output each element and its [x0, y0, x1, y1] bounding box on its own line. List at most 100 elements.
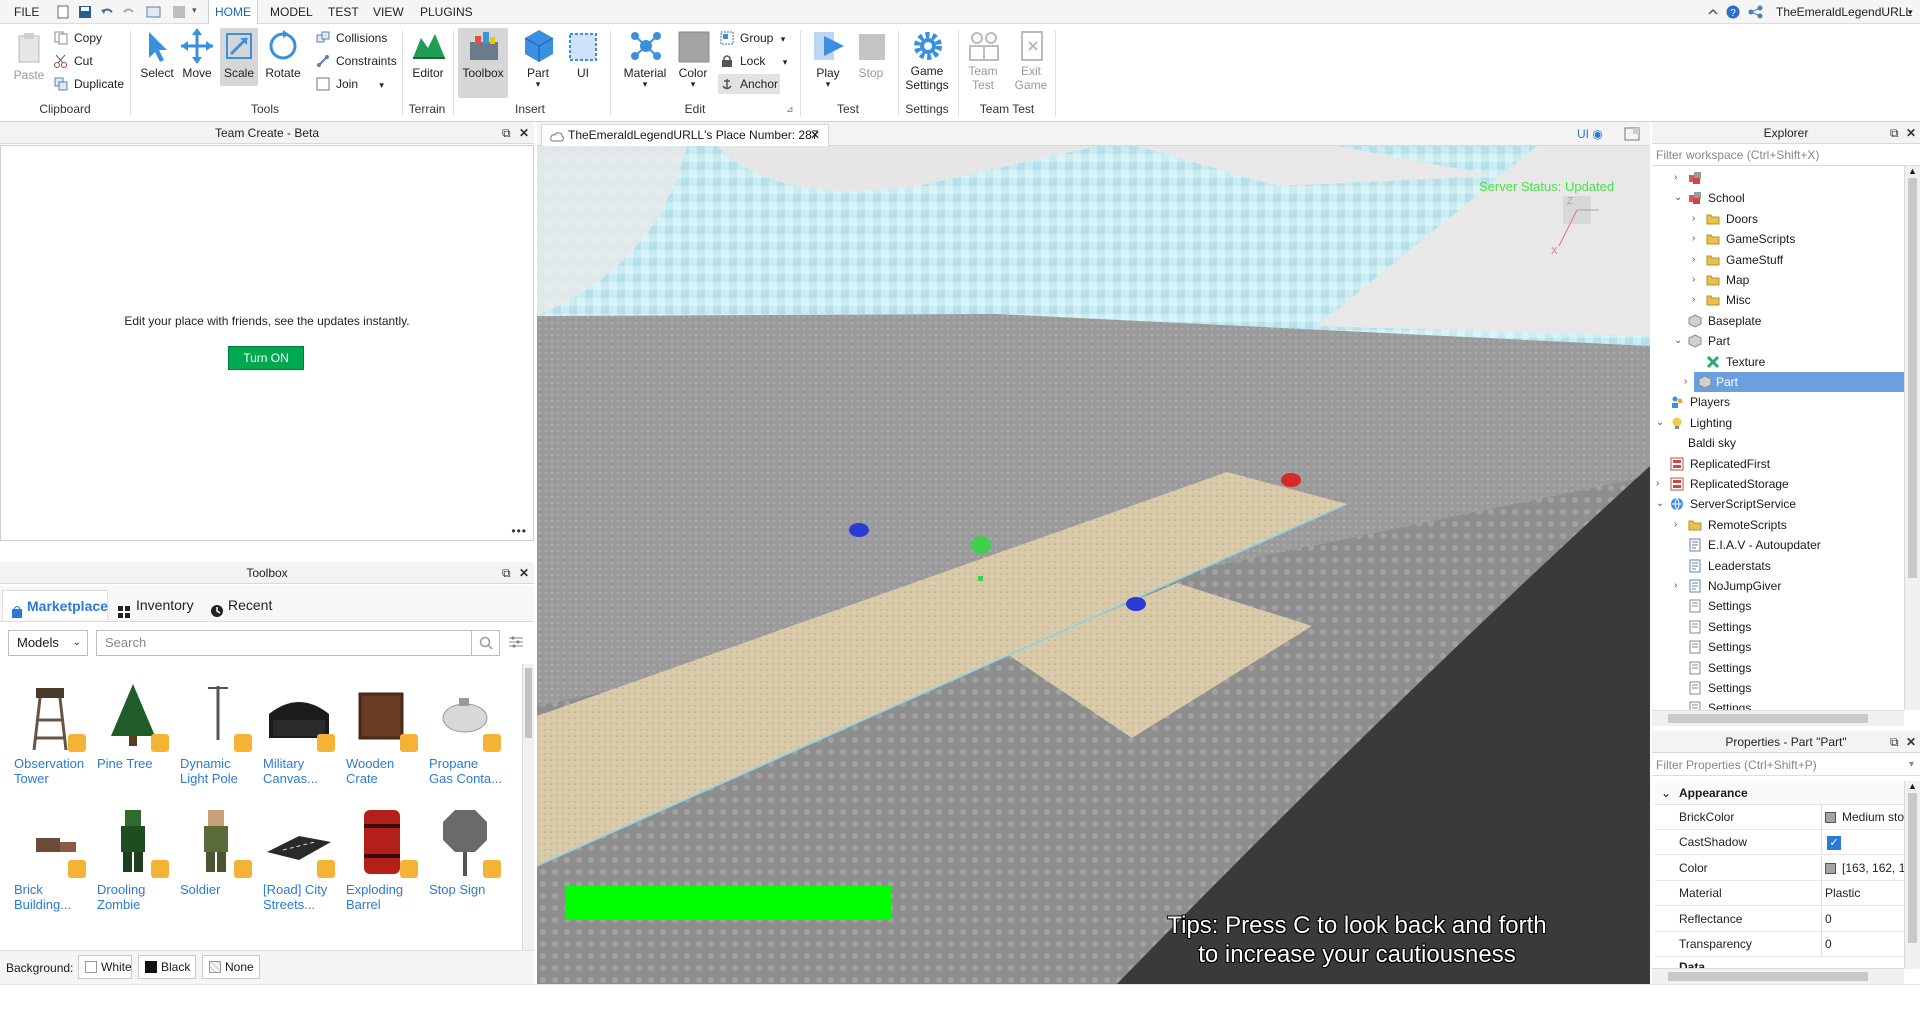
property-row-reflectance[interactable]: Reflectance 0 — [1655, 906, 1905, 932]
turn-on-button[interactable]: Turn ON — [228, 346, 304, 370]
category-select[interactable]: Models ⌄ — [8, 630, 88, 656]
toolbox-item-exploding-barrel[interactable]: Exploding Barrel — [346, 806, 424, 912]
material-button[interactable]: Material ▾ — [622, 28, 668, 89]
tab-recent[interactable]: Recent — [210, 590, 272, 620]
property-row-castshadow[interactable]: CastShadow ✓ — [1655, 830, 1904, 856]
team-create-more-icon[interactable]: ••• — [511, 524, 527, 538]
explorer-item[interactable]: Leaderstats — [1652, 556, 1904, 576]
data-section-header[interactable]: Data — [1655, 958, 1904, 968]
edit-group-expand-icon[interactable]: ⊿ — [786, 104, 794, 115]
stop-square-icon[interactable] — [172, 5, 186, 19]
play-dropdown-icon[interactable]: ▾ — [808, 80, 848, 89]
toolbox-item-wooden-crate[interactable]: Wooden Crate — [346, 680, 424, 786]
explorer-float-icon[interactable]: ⧉ — [1890, 122, 1899, 144]
viewport-layout-icon[interactable] — [1624, 127, 1640, 144]
cut-button[interactable]: Cut — [52, 51, 93, 71]
property-value[interactable]: Plastic — [1825, 881, 1905, 906]
quick-access-dropdown-icon[interactable]: ▾ — [192, 5, 206, 19]
explorer-item[interactable]: ReplicatedFirst — [1652, 454, 1904, 474]
collisions-toggle[interactable]: Collisions — [314, 28, 387, 48]
explorer-item[interactable]: › — [1652, 168, 1904, 188]
select-tool-button[interactable]: Select — [138, 28, 176, 80]
explorer-item[interactable]: ⌄ School — [1652, 188, 1904, 208]
property-value[interactable]: 0 — [1825, 907, 1905, 932]
scale-tool-button[interactable]: Scale — [220, 28, 258, 86]
explorer-item[interactable]: Settings — [1652, 678, 1904, 698]
toolbox-item-road-city-streets[interactable]: [Road] City Streets... — [263, 806, 341, 912]
new-file-icon[interactable] — [56, 5, 70, 19]
join-dropdown-icon[interactable]: ▾ — [379, 80, 384, 90]
toolbox-scrollbar[interactable] — [522, 664, 534, 950]
toolbox-item-observation-tower[interactable]: Observation Tower — [14, 680, 92, 786]
explorer-item[interactable]: › GameStuff — [1652, 250, 1904, 270]
share-icon[interactable] — [1748, 5, 1763, 19]
join-toggle[interactable]: Join ▾ — [314, 74, 384, 94]
group-dropdown-icon[interactable]: ▾ — [781, 34, 786, 44]
tab-marketplace[interactable]: Marketplace — [2, 590, 108, 620]
collapsed-arrow-icon[interactable]: › — [1684, 372, 1694, 392]
file-menu[interactable]: FILE — [8, 0, 45, 24]
stop-button[interactable]: Stop — [852, 28, 890, 80]
collapse-ribbon-icon[interactable] — [1706, 5, 1720, 19]
lock-button[interactable]: Lock ▾ — [718, 51, 787, 71]
redo-icon[interactable] — [122, 5, 136, 19]
terrain-editor-button[interactable]: Editor — [408, 28, 448, 80]
bg-white-button[interactable]: White — [78, 955, 132, 979]
checkbox-checked-icon[interactable]: ✓ — [1827, 836, 1841, 851]
help-icon[interactable]: ? — [1726, 5, 1740, 19]
copy-button[interactable]: Copy — [52, 28, 102, 48]
collapsed-arrow-icon[interactable]: › — [1674, 515, 1684, 535]
collapsed-arrow-icon[interactable]: › — [1674, 576, 1684, 596]
explorer-item[interactable]: › Map — [1652, 270, 1904, 290]
duplicate-button[interactable]: Duplicate — [52, 74, 124, 94]
toolbox-item-military-canvas[interactable]: Military Canvas... — [263, 680, 341, 786]
tab-plugins[interactable]: PLUGINS — [414, 0, 479, 24]
explorer-item[interactable]: Settings — [1652, 698, 1904, 710]
toolbox-item-soldier[interactable]: Soldier — [180, 806, 258, 897]
toolbox-item-propane-gas-container[interactable]: Propane Gas Conta... — [429, 680, 507, 786]
explorer-item[interactable]: Settings — [1652, 658, 1904, 678]
user-dropdown-icon[interactable]: ▾ — [1902, 0, 1919, 24]
explorer-item[interactable]: › Doors — [1652, 209, 1904, 229]
team-create-float-icon[interactable]: ⧉ — [502, 122, 511, 144]
insert-ui-button[interactable]: UI — [566, 28, 600, 80]
explorer-close-icon[interactable]: ✕ — [1906, 122, 1916, 144]
expanded-arrow-icon[interactable]: ⌄ — [1674, 331, 1684, 351]
expanded-arrow-icon[interactable]: ⌄ — [1674, 188, 1684, 208]
collapsed-arrow-icon[interactable]: › — [1692, 290, 1702, 310]
explorer-item[interactable]: › ReplicatedStorage — [1652, 474, 1904, 494]
explorer-item[interactable]: Players — [1652, 392, 1904, 412]
ui-visibility-toggle[interactable]: UI ◉ — [1577, 124, 1603, 144]
save-icon[interactable] — [78, 5, 92, 19]
explorer-item[interactable]: › GameScripts — [1652, 229, 1904, 249]
material-dropdown-icon[interactable]: ▾ — [622, 80, 668, 89]
bg-none-button[interactable]: None — [202, 955, 260, 979]
insert-part-button[interactable]: Part ▾ — [518, 28, 558, 89]
property-row-material[interactable]: Material Plastic — [1655, 881, 1905, 907]
property-row-brickcolor[interactable]: BrickColor Medium stone grey — [1655, 805, 1905, 830]
properties-close-icon[interactable]: ✕ — [1906, 731, 1916, 753]
property-value[interactable]: [163, 162, 165] — [1825, 856, 1905, 881]
explorer-item[interactable]: Texture — [1652, 352, 1904, 372]
collapsed-arrow-icon[interactable]: › — [1656, 474, 1666, 494]
place-tab[interactable]: TheEmeraldLegendURLL's Place Number: 287… — [541, 124, 829, 146]
color-dropdown-icon[interactable]: ▾ — [674, 80, 712, 89]
bg-black-button[interactable]: Black — [138, 955, 196, 979]
explorer-item[interactable]: Baldi sky — [1652, 433, 1904, 453]
filter-sliders-icon[interactable] — [508, 635, 524, 652]
explorer-item[interactable]: › Part — [1684, 372, 1904, 392]
toolbox-item-drooling-zombie[interactable]: Drooling Zombie — [97, 806, 175, 912]
toolbox-item-pine-tree[interactable]: Pine Tree — [97, 680, 175, 771]
move-tool-button[interactable]: Move — [178, 28, 216, 80]
toolbox-search-input[interactable]: Search — [96, 630, 472, 656]
username[interactable]: TheEmeraldLegendURLL — [1770, 0, 1918, 24]
collapsed-arrow-icon[interactable]: › — [1692, 229, 1702, 249]
anchor-button[interactable]: Anchor — [718, 74, 780, 94]
tab-test[interactable]: TEST — [322, 0, 365, 24]
publish-icon[interactable] — [146, 5, 161, 19]
toolbox-button[interactable]: Toolbox — [458, 28, 508, 98]
property-row-transparency[interactable]: Transparency 0 — [1655, 932, 1904, 957]
collapsed-arrow-icon[interactable]: › — [1692, 250, 1702, 270]
properties-scrollbar-v[interactable]: ▲ — [1904, 781, 1920, 969]
rotate-tool-button[interactable]: Rotate — [262, 28, 304, 80]
